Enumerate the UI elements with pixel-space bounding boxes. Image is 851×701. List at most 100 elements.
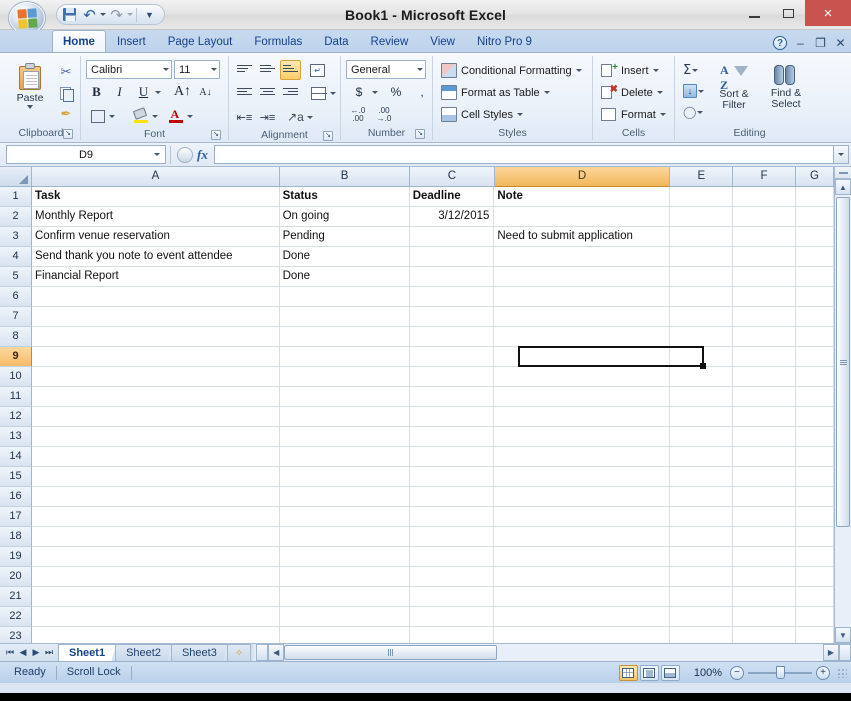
cell-C12[interactable] xyxy=(409,407,495,427)
tab-insert[interactable]: Insert xyxy=(106,31,157,52)
row-header-16[interactable]: 16 xyxy=(0,487,32,507)
cell-E11[interactable] xyxy=(669,387,733,407)
cell-F9[interactable] xyxy=(732,347,796,367)
cell-G7[interactable] xyxy=(795,307,834,327)
cell-B18[interactable] xyxy=(279,527,410,547)
cell-E16[interactable] xyxy=(669,487,733,507)
zoom-in-button[interactable]: + xyxy=(816,665,830,680)
cell-E2[interactable] xyxy=(669,207,733,227)
clipboard-dialog-launcher[interactable]: ↘ xyxy=(63,129,73,139)
bold-button[interactable]: B xyxy=(86,82,107,102)
row-header-18[interactable]: 18 xyxy=(0,527,32,547)
next-sheet-button[interactable]: ▶ xyxy=(30,647,42,658)
cell-C1[interactable]: Deadline xyxy=(409,187,495,207)
cell-B19[interactable] xyxy=(279,547,410,567)
cell-E8[interactable] xyxy=(669,327,733,347)
window-maximize-button[interactable] xyxy=(771,0,805,26)
column-header-f[interactable]: F xyxy=(733,167,796,187)
cell-F14[interactable] xyxy=(732,447,796,467)
chevron-down-icon[interactable] xyxy=(330,91,336,95)
cell-G18[interactable] xyxy=(795,527,834,547)
cell-D22[interactable] xyxy=(494,607,670,627)
cell-C9[interactable] xyxy=(409,347,495,367)
font-name-combo[interactable]: Calibri xyxy=(86,60,172,79)
tab-view[interactable]: View xyxy=(419,31,466,52)
insert-worksheet-button[interactable]: ✧ xyxy=(226,644,252,661)
cell-A9[interactable] xyxy=(32,347,280,367)
expand-formula-bar-button[interactable] xyxy=(833,145,849,164)
cell-A13[interactable] xyxy=(32,427,280,447)
sheet-tab-sheet3[interactable]: Sheet3 xyxy=(170,644,228,661)
row-header-19[interactable]: 19 xyxy=(0,547,32,567)
cell-C6[interactable] xyxy=(409,287,495,307)
cell-E17[interactable] xyxy=(669,507,733,527)
cell-C3[interactable] xyxy=(409,227,495,247)
fill-color-split-button[interactable] xyxy=(129,105,162,127)
cell-D5[interactable] xyxy=(494,267,670,287)
cell-C17[interactable] xyxy=(409,507,495,527)
cell-G20[interactable] xyxy=(795,567,834,587)
cell-D20[interactable] xyxy=(494,567,670,587)
cell-B1[interactable]: Status xyxy=(279,187,410,207)
align-left-button[interactable] xyxy=(234,83,255,103)
chevron-down-icon[interactable] xyxy=(516,113,523,116)
horizontal-scroll-thumb[interactable] xyxy=(284,645,498,660)
align-middle-button[interactable] xyxy=(257,60,278,80)
tab-page-layout[interactable]: Page Layout xyxy=(157,31,244,52)
cell-A22[interactable] xyxy=(32,607,280,627)
chevron-down-icon[interactable] xyxy=(109,114,115,118)
cell-D11[interactable] xyxy=(494,387,670,407)
cell-C5[interactable] xyxy=(409,267,495,287)
zoom-slider[interactable] xyxy=(744,666,816,680)
cell-G16[interactable] xyxy=(795,487,834,507)
chevron-down-icon[interactable] xyxy=(152,114,158,118)
number-format-combo[interactable]: General xyxy=(346,60,426,79)
align-right-button[interactable] xyxy=(280,83,301,103)
cell-A23[interactable] xyxy=(32,627,280,643)
accounting-split-button[interactable]: $ xyxy=(346,81,382,103)
cell-F22[interactable] xyxy=(732,607,796,627)
cell-B13[interactable] xyxy=(279,427,410,447)
chevron-down-icon[interactable] xyxy=(652,69,659,72)
cell-D16[interactable] xyxy=(494,487,670,507)
grow-font-button[interactable]: A↑ xyxy=(172,82,193,102)
sheet-tab-sheet1[interactable]: Sheet1 xyxy=(58,644,117,661)
cell-B10[interactable] xyxy=(279,367,410,387)
cell-E1[interactable] xyxy=(669,187,733,207)
row-header-14[interactable]: 14 xyxy=(0,447,32,467)
insert-cells-button[interactable]: + Insert xyxy=(598,60,671,81)
cell-G5[interactable] xyxy=(795,267,834,287)
delete-cells-button[interactable]: ✖ Delete xyxy=(598,82,671,103)
window-close-button[interactable]: × xyxy=(805,0,851,26)
vertical-split-handle[interactable] xyxy=(835,167,851,179)
cell-C16[interactable] xyxy=(409,487,495,507)
cell-B11[interactable] xyxy=(279,387,410,407)
cell-F12[interactable] xyxy=(732,407,796,427)
chevron-down-icon[interactable] xyxy=(27,105,33,109)
cell-F21[interactable] xyxy=(732,587,796,607)
column-header-g[interactable]: G xyxy=(795,167,834,187)
cell-C20[interactable] xyxy=(409,567,495,587)
cell-B15[interactable] xyxy=(279,467,410,487)
cell-A10[interactable] xyxy=(32,367,280,387)
cell-G22[interactable] xyxy=(795,607,834,627)
cell-B4[interactable]: Done xyxy=(279,247,410,267)
cell-F2[interactable] xyxy=(732,207,796,227)
cell-A19[interactable] xyxy=(32,547,280,567)
view-page-break-button[interactable] xyxy=(660,664,680,681)
cell-G2[interactable] xyxy=(795,207,834,227)
cell-C21[interactable] xyxy=(409,587,495,607)
find-select-button[interactable]: Find & Select xyxy=(761,60,811,122)
shrink-font-button[interactable]: A↓ xyxy=(195,82,216,102)
sheet-tab-sheet2[interactable]: Sheet2 xyxy=(115,644,172,661)
vertical-scroll-track[interactable] xyxy=(835,195,851,627)
decrease-decimal-button[interactable]: .00 →.0 xyxy=(372,105,396,125)
font-color-split-button[interactable]: A xyxy=(164,105,197,127)
vertical-scroll-thumb[interactable] xyxy=(836,197,850,527)
cell-B7[interactable] xyxy=(279,307,410,327)
cell-F13[interactable] xyxy=(732,427,796,447)
ribbon-restore-button[interactable]: ❐ xyxy=(814,37,827,49)
row-header-23[interactable]: 23 xyxy=(0,627,32,643)
last-sheet-button[interactable]: ⏭ xyxy=(43,647,55,658)
cell-G9[interactable] xyxy=(795,347,834,367)
